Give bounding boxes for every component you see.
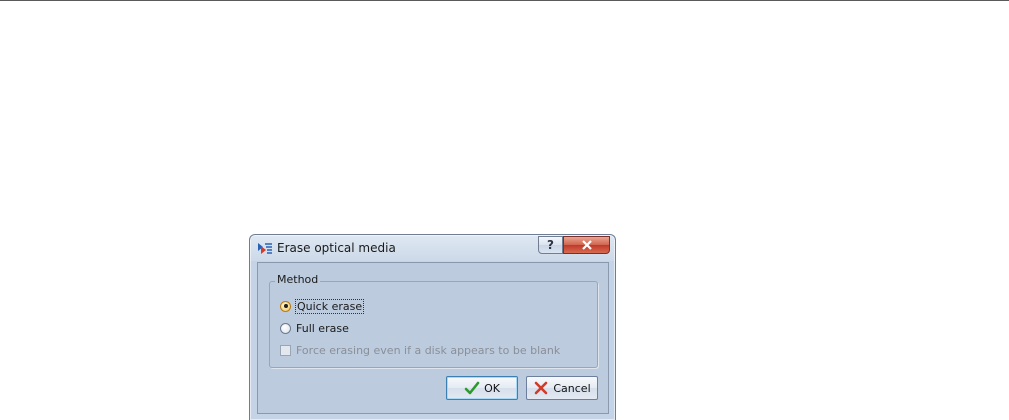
cancel-button[interactable]: Cancel: [526, 376, 598, 400]
erase-optical-media-dialog: Erase optical media ? Method Quick erase…: [249, 234, 616, 420]
method-groupbox: Method Quick erase Full erase Force eras…: [269, 273, 598, 368]
force-erase-checkbox: [280, 344, 291, 356]
ok-label: OK: [484, 381, 500, 395]
radio-button-unchecked[interactable]: [280, 322, 291, 334]
help-button[interactable]: ?: [538, 236, 563, 254]
app-icon: [257, 241, 273, 257]
radio-full-erase[interactable]: Full erase: [280, 320, 349, 336]
cross-icon: [535, 381, 548, 395]
dialog-title: Erase optical media: [277, 241, 396, 255]
top-border-line: [0, 0, 1009, 1]
title-bar[interactable]: Erase optical media ?: [250, 235, 615, 262]
close-button[interactable]: [563, 236, 610, 254]
cancel-label: Cancel: [553, 381, 591, 395]
force-erase-label: Force erasing even if a disk appears to …: [296, 343, 561, 357]
full-erase-label[interactable]: Full erase: [296, 322, 349, 335]
quick-erase-label[interactable]: Quick erase: [294, 298, 365, 314]
ok-button[interactable]: OK: [446, 376, 518, 400]
method-group-label: Method: [275, 273, 321, 286]
radio-quick-erase[interactable]: Quick erase: [280, 298, 365, 314]
radio-button-checked[interactable]: [280, 300, 291, 312]
radio-dot: [283, 304, 288, 308]
checkmark-icon: [464, 381, 480, 395]
dialog-content: Method Quick erase Full erase Force eras…: [257, 262, 609, 414]
help-icon: ?: [547, 238, 554, 252]
close-icon: [581, 240, 592, 250]
force-erase-checkbox-row: Force erasing even if a disk appears to …: [280, 342, 560, 358]
